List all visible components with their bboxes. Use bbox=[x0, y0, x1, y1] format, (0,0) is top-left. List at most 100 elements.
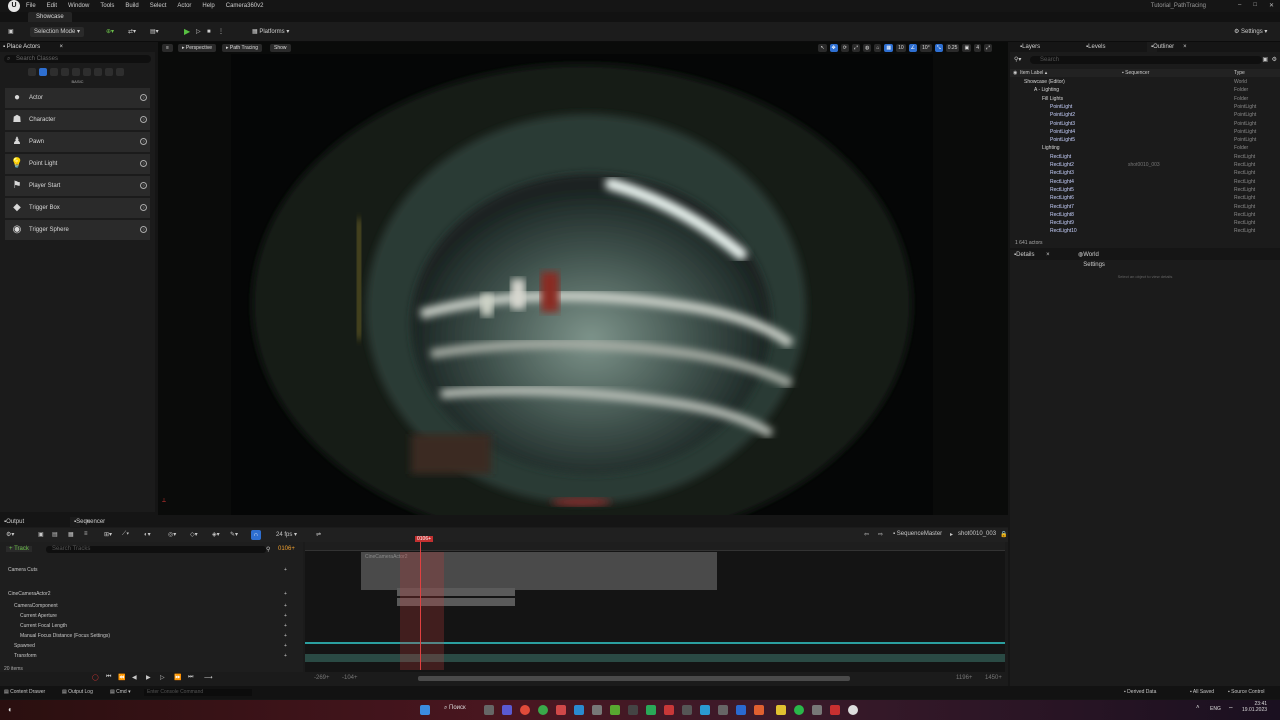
add-key-icon[interactable]: + bbox=[284, 602, 287, 611]
place-actor-item-point-light[interactable]: 💡 Point Light ? bbox=[5, 154, 150, 174]
view-options-icon[interactable]: ◐▾ bbox=[144, 531, 151, 538]
stop-icon[interactable]: ■ bbox=[207, 27, 211, 37]
scale-snap-value[interactable]: 0.25 bbox=[945, 44, 960, 52]
app11-icon[interactable] bbox=[830, 705, 840, 715]
outliner-row[interactable]: PointLight4 PointLight bbox=[1010, 128, 1280, 136]
tab-levels[interactable]: ▪ Levels bbox=[1086, 42, 1105, 52]
playhead[interactable] bbox=[420, 536, 421, 670]
next-key-icon[interactable]: ⏩ bbox=[174, 674, 181, 681]
tab-layers[interactable]: ▪ Layers bbox=[1020, 42, 1040, 52]
help-icon[interactable]: ? bbox=[140, 160, 147, 167]
language-indicator[interactable]: ENG bbox=[1210, 706, 1221, 712]
track-row[interactable]: Current Focal Length + bbox=[0, 622, 303, 631]
outliner-search-input[interactable]: Search bbox=[1030, 56, 1262, 64]
outliner-settings-icon[interactable]: ⚙ bbox=[1272, 56, 1277, 63]
place-actor-item-actor[interactable]: ● Actor ? bbox=[5, 88, 150, 108]
close-tab-icon[interactable]: × bbox=[1183, 42, 1187, 52]
source-control-button[interactable]: ▪ Source Control bbox=[1228, 686, 1265, 699]
camera-speed-value[interactable]: 4 bbox=[974, 44, 981, 52]
volumes-category-icon[interactable] bbox=[94, 68, 102, 76]
level-tab-showcase[interactable]: Showcase bbox=[28, 12, 72, 22]
telegram-icon[interactable] bbox=[700, 705, 710, 715]
add-key-icon[interactable]: + bbox=[284, 566, 287, 575]
col-type[interactable]: Type bbox=[1234, 69, 1245, 77]
outliner-row[interactable]: RectLight2 shot0010_003 RectLight bbox=[1010, 161, 1280, 169]
widgets-icon[interactable]: ◐ bbox=[8, 705, 13, 714]
menu-select[interactable]: Select bbox=[150, 3, 167, 9]
play-options-icon[interactable]: ⋮ bbox=[218, 27, 224, 37]
output-log-button[interactable]: ▤ Output Log bbox=[62, 686, 93, 699]
outliner-row[interactable]: Lighting Folder bbox=[1010, 144, 1280, 152]
track-filter-icon[interactable]: ⚲ bbox=[266, 546, 270, 553]
add-track-button[interactable]: + Track bbox=[6, 546, 32, 552]
render-movie-icon[interactable]: ▦ bbox=[68, 531, 74, 538]
rotate-tool-icon[interactable]: ⟳ bbox=[840, 44, 849, 52]
fps-dropdown[interactable]: 24 fps ▾ bbox=[276, 531, 297, 538]
cinematic-category-icon[interactable] bbox=[72, 68, 80, 76]
tab-output-log[interactable]: ▪ Output Log bbox=[4, 517, 24, 535]
platforms-dropdown[interactable]: ▦ Platforms ▾ bbox=[252, 27, 289, 37]
playhead-label[interactable]: 0106+ bbox=[415, 536, 434, 542]
chrome-icon[interactable] bbox=[538, 705, 548, 715]
track-row[interactable]: Manual Focus Distance (Focus Settings) + bbox=[0, 632, 303, 641]
save-icon[interactable]: ▣ bbox=[8, 27, 14, 37]
app2-icon[interactable] bbox=[592, 705, 602, 715]
viewport-options-icon[interactable]: ≡ bbox=[162, 44, 173, 52]
track-row[interactable]: Spawned + bbox=[0, 642, 303, 651]
world-space-icon[interactable]: ◍ bbox=[862, 44, 872, 52]
grid-snap-value[interactable]: 10 bbox=[896, 44, 906, 52]
tray-chevron-icon[interactable]: ˄ bbox=[1196, 705, 1200, 711]
find-in-browser-icon[interactable]: ▤ bbox=[52, 531, 58, 538]
outliner-row[interactable]: RectLight10 RectLight bbox=[1010, 227, 1280, 235]
outliner-row[interactable]: RectLight RectLight bbox=[1010, 153, 1280, 161]
add-key-icon[interactable]: + bbox=[284, 622, 287, 631]
unreal-taskbar-icon[interactable] bbox=[848, 705, 858, 715]
cinematics-icon[interactable]: ▤▾ bbox=[150, 27, 159, 37]
help-icon[interactable]: ? bbox=[140, 116, 147, 123]
unreal-logo-icon[interactable]: U bbox=[8, 0, 20, 12]
next-frame-icon[interactable]: ▷ bbox=[160, 674, 165, 681]
time-ruler[interactable] bbox=[305, 542, 1005, 551]
rotation-snap-icon[interactable]: ∠ bbox=[908, 44, 918, 52]
timeline-area[interactable]: CineCameraActor2 0106+ bbox=[305, 536, 1005, 672]
store-icon[interactable] bbox=[574, 705, 584, 715]
filter-icon[interactable]: ⚲▾ bbox=[1014, 56, 1021, 63]
range-start[interactable]: -269+ bbox=[314, 675, 330, 681]
outliner-row[interactable]: PointLight2 PointLight bbox=[1010, 111, 1280, 119]
geometry-category-icon[interactable] bbox=[105, 68, 113, 76]
add-key-icon[interactable]: + bbox=[284, 632, 287, 641]
network-icon[interactable]: ⌔ bbox=[1228, 705, 1234, 713]
content-drawer-button[interactable]: ▤ Content Drawer bbox=[4, 686, 45, 699]
show-button[interactable]: Show bbox=[270, 44, 291, 52]
transform-icon[interactable]: ⊞▾ bbox=[104, 531, 112, 538]
outliner-row[interactable]: RectLight7 RectLight bbox=[1010, 203, 1280, 211]
help-icon[interactable]: ? bbox=[140, 226, 147, 233]
menu-tools[interactable]: Tools bbox=[100, 3, 114, 9]
save-sequence-icon[interactable]: ▣ bbox=[38, 531, 44, 538]
help-icon[interactable]: ? bbox=[140, 94, 147, 101]
outliner-row[interactable]: RectLight4 RectLight bbox=[1010, 178, 1280, 186]
track-row[interactable]: Camera Cuts + bbox=[0, 566, 303, 575]
nvidia-icon[interactable] bbox=[610, 705, 620, 715]
app9-icon[interactable] bbox=[754, 705, 764, 715]
app5-icon[interactable] bbox=[664, 705, 674, 715]
clock[interactable]: 23:41 19.01.2023 bbox=[1242, 701, 1267, 713]
current-frame-field[interactable]: 0106+ bbox=[278, 546, 295, 552]
outliner-row[interactable]: Fill Lights Folder bbox=[1010, 95, 1280, 103]
outliner-row[interactable]: RectLight9 RectLight bbox=[1010, 219, 1280, 227]
app-icon[interactable] bbox=[556, 705, 566, 715]
track-row[interactable]: CineCameraActor2 + bbox=[0, 590, 303, 599]
place-actor-item-pawn[interactable]: ♟ Pawn ? bbox=[5, 132, 150, 152]
basic-category-icon[interactable] bbox=[39, 68, 47, 76]
tab-details[interactable]: ▪ Details × bbox=[1010, 250, 1050, 260]
play-icon[interactable]: ▶ bbox=[146, 674, 151, 681]
forward-icon[interactable]: ⇨ bbox=[878, 531, 883, 538]
selection-mode-dropdown[interactable]: Selection Mode ▾ bbox=[30, 27, 85, 37]
place-actor-item-trigger-sphere[interactable]: ◉ Trigger Sphere ? bbox=[5, 220, 150, 240]
place-actor-item-player-start[interactable]: ⚑ Player Start ? bbox=[5, 176, 150, 196]
outliner-row[interactable]: PointLight5 PointLight bbox=[1010, 136, 1280, 144]
select-tool-icon[interactable]: ↖ bbox=[818, 44, 827, 52]
outliner-add-icon[interactable]: ▣ bbox=[1262, 56, 1268, 63]
all-saved-button[interactable]: ▪ All Saved bbox=[1190, 686, 1214, 699]
track-row[interactable]: Current Aperture + bbox=[0, 612, 303, 621]
